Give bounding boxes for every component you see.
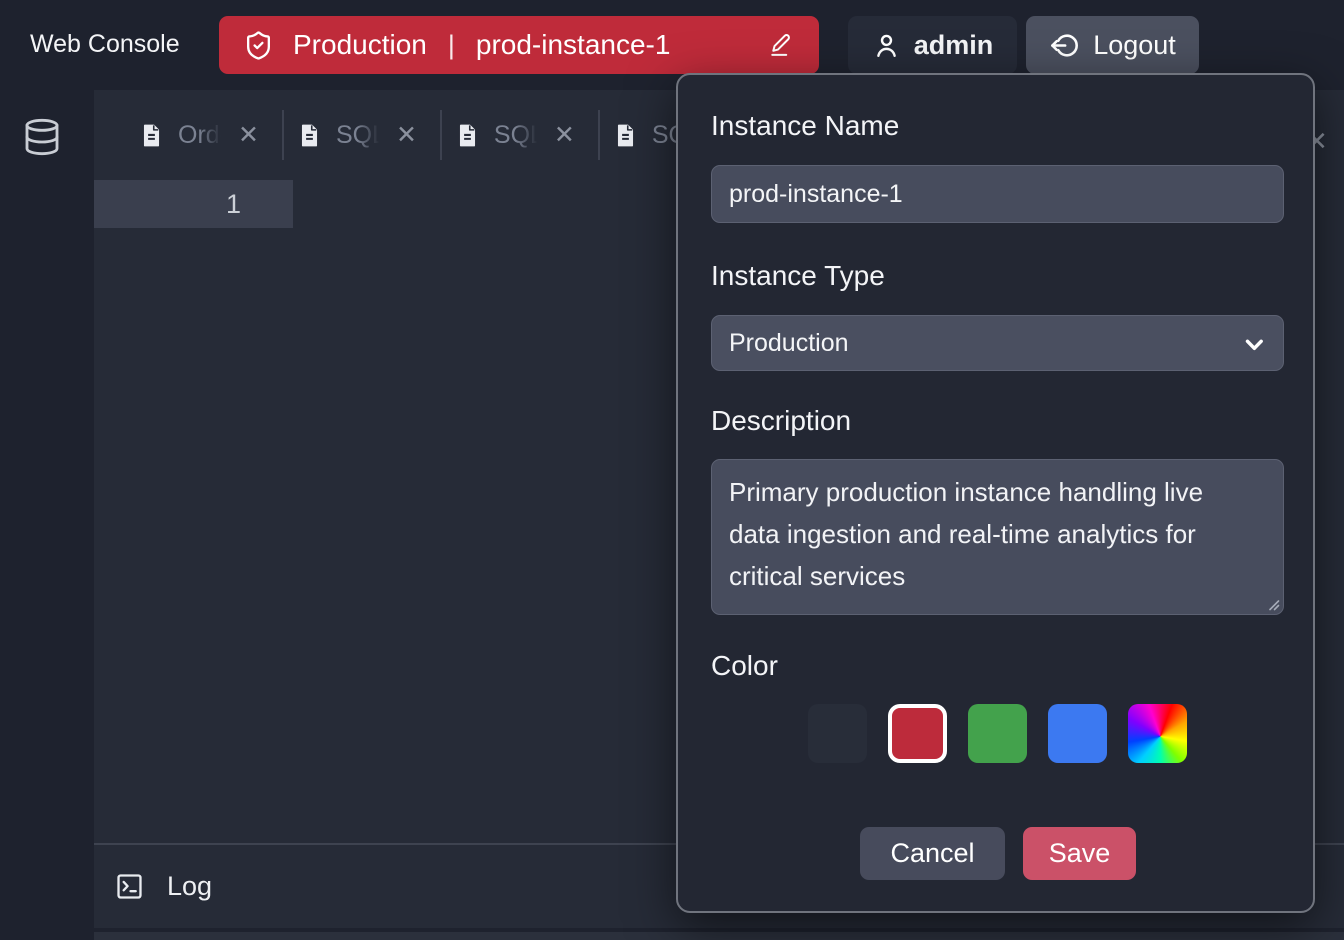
color-swatch-default[interactable] xyxy=(808,704,867,763)
edit-pencil-icon[interactable] xyxy=(767,31,795,59)
description-label: Description xyxy=(711,404,851,438)
color-swatch-green[interactable] xyxy=(968,704,1027,763)
tab-label: Orders xyxy=(178,121,225,150)
tab-sql-2[interactable]: SQL ✕ xyxy=(454,121,575,150)
tab-divider xyxy=(282,110,284,160)
tab-close-icon[interactable]: ✕ xyxy=(554,123,575,148)
color-swatch-blue[interactable] xyxy=(1048,704,1107,763)
tab-divider xyxy=(440,110,442,160)
description-field-wrap: Primary production instance handling liv… xyxy=(711,459,1284,615)
tab-orders[interactable]: Orders ✕ xyxy=(138,121,259,150)
active-line-gutter[interactable]: 1 xyxy=(94,180,293,228)
description-textarea[interactable]: Primary production instance handling liv… xyxy=(711,459,1284,615)
tab-divider xyxy=(598,110,600,160)
tab-label: SQL xyxy=(494,121,541,150)
cancel-button[interactable]: Cancel xyxy=(860,827,1005,880)
user-chip: admin xyxy=(848,16,1017,74)
color-swatch-red[interactable] xyxy=(888,704,947,763)
instance-type-select[interactable]: Production xyxy=(711,315,1284,371)
file-icon xyxy=(138,122,165,149)
user-name: admin xyxy=(914,30,994,61)
instance-name-label: Instance Name xyxy=(711,109,899,143)
logout-label: Logout xyxy=(1093,30,1176,61)
user-icon xyxy=(872,31,901,60)
instance-type-value: Production xyxy=(729,329,849,358)
instance-name-input[interactable] xyxy=(711,165,1284,223)
instance-settings-dialog: Instance Name Instance Type Production D… xyxy=(676,73,1315,913)
file-icon xyxy=(454,122,481,149)
tab-sql-1[interactable]: SQL ✕ xyxy=(296,121,417,150)
logout-button[interactable]: Logout xyxy=(1026,16,1199,74)
save-button[interactable]: Save xyxy=(1023,827,1136,880)
file-icon xyxy=(296,122,323,149)
resize-handle-icon[interactable] xyxy=(1267,598,1280,611)
file-icon xyxy=(612,122,639,149)
tab-close-icon[interactable]: ✕ xyxy=(396,123,417,148)
color-swatch-row xyxy=(808,704,1187,763)
line-number: 1 xyxy=(94,180,293,228)
terminal-icon xyxy=(114,871,145,902)
environment-label: Production xyxy=(293,29,427,61)
instance-name-label: prod-instance-1 xyxy=(476,29,671,61)
tab-label: SQL xyxy=(336,121,383,150)
chevron-down-icon xyxy=(1241,331,1267,357)
instance-badge[interactable]: Production | prod-instance-1 xyxy=(219,16,819,74)
logout-icon xyxy=(1049,30,1080,61)
color-swatch-rainbow[interactable] xyxy=(1128,704,1187,763)
badge-separator: | xyxy=(448,30,455,61)
log-label: Log xyxy=(167,871,212,902)
tab-close-icon[interactable]: ✕ xyxy=(238,123,259,148)
status-strip xyxy=(94,932,1344,940)
instance-type-label: Instance Type xyxy=(711,259,885,293)
color-label: Color xyxy=(711,649,778,683)
app-title: Web Console xyxy=(30,30,180,59)
database-icon[interactable] xyxy=(22,113,62,161)
shield-check-icon xyxy=(243,30,274,61)
